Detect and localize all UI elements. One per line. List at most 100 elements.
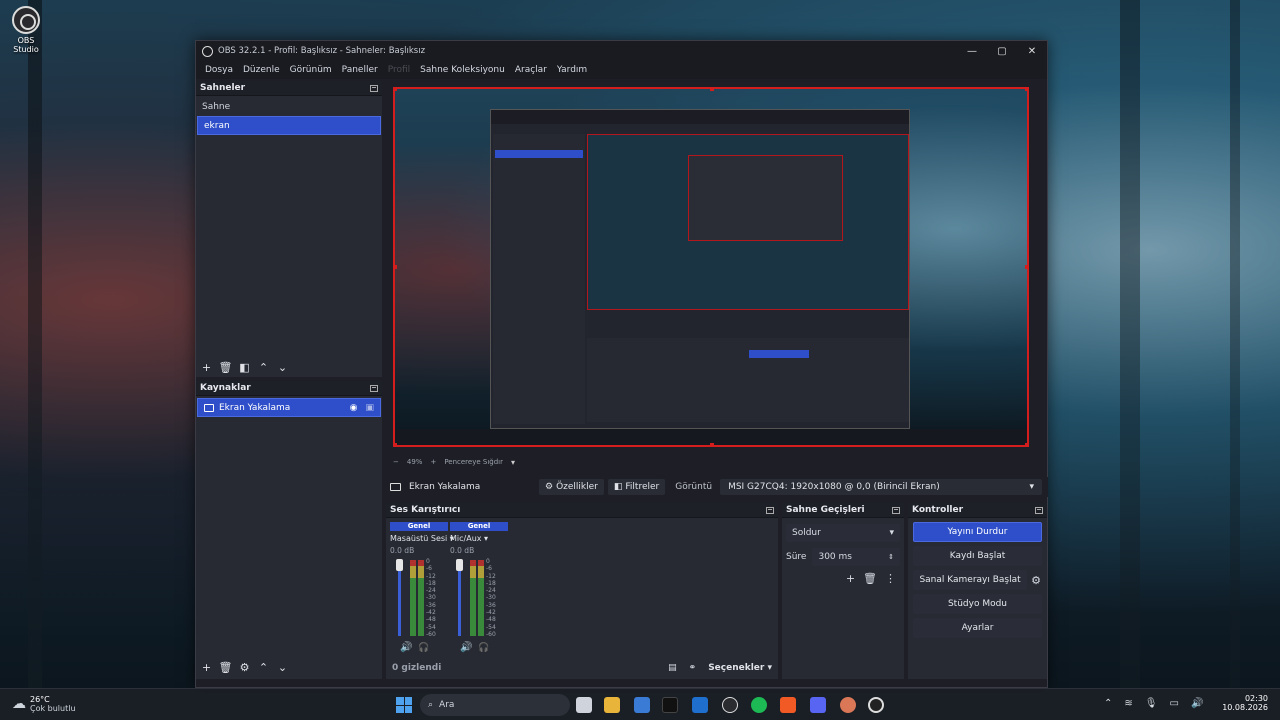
taskbar-search[interactable]: ⌕ Ara <box>420 694 570 716</box>
source-item-selected[interactable]: Ekran Yakalama ◉ ▣ <box>197 398 381 417</box>
move-down-icon[interactable]: ⌄ <box>276 361 289 374</box>
duration-spinbox[interactable]: 300 ms ⇕ <box>812 548 900 566</box>
title-bar: OBS 32.2.1 - Profil: Başlıksız - Sahnele… <box>196 41 1047 61</box>
mic-icon[interactable]: 🎙 <box>1145 698 1158 709</box>
zoom-in-button[interactable]: + <box>430 458 436 466</box>
move-down-icon[interactable]: ⌄ <box>276 661 289 674</box>
clock[interactable]: 02:30 10.08.2026 <box>1222 694 1268 712</box>
display-icon[interactable]: ▭ <box>1169 698 1178 709</box>
lock-icon[interactable]: ▣ <box>365 403 374 413</box>
link-icon[interactable]: ⚭ <box>689 663 697 673</box>
weather-widget[interactable]: ☁ 26°C Çok bulutlu <box>12 695 76 713</box>
selection-handle[interactable] <box>710 443 714 445</box>
move-up-icon[interactable]: ⌃ <box>257 661 270 674</box>
dock-icon[interactable] <box>892 506 900 514</box>
zoom-out-button[interactable]: − <box>393 458 399 466</box>
close-button[interactable]: ✕ <box>1017 41 1047 61</box>
options-button[interactable]: Seçenekler ▾ <box>708 663 772 673</box>
layout-icon[interactable]: ▤ <box>668 663 677 673</box>
store-icon[interactable] <box>634 697 650 713</box>
options-label: Seçenekler <box>708 663 765 673</box>
chatgpt-icon[interactable] <box>722 697 738 713</box>
fader-knob[interactable] <box>456 559 463 571</box>
db-tick: -60 <box>486 630 496 638</box>
selection-handle[interactable] <box>395 443 397 445</box>
brave-icon[interactable] <box>780 697 796 713</box>
start-button[interactable] <box>396 697 412 713</box>
selection-handle[interactable] <box>395 265 397 269</box>
tiktok-icon[interactable] <box>662 697 678 713</box>
trash-icon[interactable]: 🗑 <box>219 661 233 674</box>
trash-icon[interactable]: 🗑 <box>863 572 877 585</box>
dock-icon[interactable] <box>766 506 774 514</box>
zoom-mode[interactable]: Pencereye Sığdır <box>444 458 503 466</box>
db-tick: -12 <box>486 572 496 580</box>
fader-knob[interactable] <box>396 559 403 571</box>
minimize-button[interactable]: — <box>957 41 987 61</box>
selection-handle[interactable] <box>710 89 714 91</box>
headphones-icon[interactable]: 🎧 <box>478 643 489 653</box>
selection-handle[interactable] <box>1025 89 1027 91</box>
dock-icon[interactable] <box>1035 506 1043 514</box>
studio-mode-button[interactable]: Stüdyo Modu <box>913 594 1042 614</box>
menu-help[interactable]: Yardım <box>557 65 587 75</box>
trash-icon[interactable]: 🗑 <box>219 361 233 374</box>
properties-button[interactable]: ⚙ Özellikler <box>539 479 604 495</box>
chevron-down-icon[interactable]: ▾ <box>511 458 515 467</box>
add-icon[interactable]: + <box>200 361 213 374</box>
menu-tools[interactable]: Araçlar <box>515 65 547 75</box>
dock-icon[interactable] <box>370 84 378 92</box>
selection-handle[interactable] <box>1025 265 1027 269</box>
display-select[interactable]: MSI G27CQ4: 1920x1080 @ 0,0 (Birincil Ek… <box>720 479 1042 495</box>
start-recording-button[interactable]: Kaydı Başlat <box>913 546 1042 566</box>
speaker-icon[interactable]: 🔊 <box>460 642 472 653</box>
discord-icon[interactable] <box>810 697 826 713</box>
move-up-icon[interactable]: ⌃ <box>257 361 270 374</box>
gear-icon[interactable]: ⚙ <box>1031 574 1041 587</box>
obs-taskbar-icon[interactable] <box>868 697 884 713</box>
scene-item-selected[interactable]: ekran <box>197 116 381 135</box>
outlook-icon[interactable] <box>692 697 708 713</box>
stop-stream-button[interactable]: Yayını Durdur <box>913 522 1042 542</box>
spotify-icon[interactable] <box>751 697 767 713</box>
eye-icon[interactable]: ◉ <box>350 403 358 413</box>
menu-view[interactable]: Görünüm <box>290 65 332 75</box>
speaker-icon[interactable]: 🔊 <box>400 642 412 653</box>
dock-icon[interactable] <box>370 384 378 392</box>
network-app-icon[interactable]: ≋ <box>1124 698 1132 709</box>
volume-icon[interactable]: 🔊 <box>1191 698 1203 709</box>
filters-button[interactable]: ◧ Filtreler <box>607 479 666 495</box>
selection-handle[interactable] <box>395 89 397 91</box>
maximize-button[interactable]: ▢ <box>987 41 1017 61</box>
add-icon[interactable]: + <box>846 572 855 585</box>
add-icon[interactable]: + <box>200 661 213 674</box>
gear-icon[interactable]: ⚙ <box>238 661 251 674</box>
filter-icon[interactable]: ◧ <box>238 361 251 374</box>
chevron-up-icon[interactable]: ⌃ <box>1104 698 1112 709</box>
volume-fader[interactable] <box>458 560 461 636</box>
menu-docks[interactable]: Paneller <box>342 65 378 75</box>
transitions-header: Sahne Geçişleri <box>782 503 904 518</box>
more-icon[interactable]: ⋮ <box>885 572 896 585</box>
menu-edit[interactable]: Düzenle <box>243 65 280 75</box>
channel-name[interactable]: Masaüstü Sesi ▾ <box>390 534 454 543</box>
task-view-icon[interactable] <box>576 697 592 713</box>
file-explorer-icon[interactable] <box>604 697 620 713</box>
menu-file[interactable]: Dosya <box>205 65 233 75</box>
claude-icon[interactable] <box>840 697 856 713</box>
tree-trunk <box>28 0 42 688</box>
preview-canvas[interactable] <box>393 87 1029 447</box>
selection-handle[interactable] <box>1025 443 1027 445</box>
start-virtual-camera-button[interactable]: Sanal Kamerayı Başlat <box>913 570 1028 590</box>
menu-profile[interactable]: Profil <box>388 65 410 75</box>
db-tick: -36 <box>486 601 496 609</box>
settings-button[interactable]: Ayarlar <box>913 618 1042 638</box>
desktop-icon-label: OBS Studio <box>13 36 39 54</box>
headphones-icon[interactable]: 🎧 <box>418 643 429 653</box>
scene-item[interactable]: Sahne <box>196 97 382 116</box>
menu-scene-collection[interactable]: Sahne Koleksiyonu <box>420 65 505 75</box>
desktop-icon-obs[interactable]: OBS Studio <box>6 6 46 54</box>
transition-select[interactable]: Soldur ▾ <box>786 524 900 542</box>
channel-name[interactable]: Mic/Aux ▾ <box>450 534 508 543</box>
volume-fader[interactable] <box>398 560 401 636</box>
